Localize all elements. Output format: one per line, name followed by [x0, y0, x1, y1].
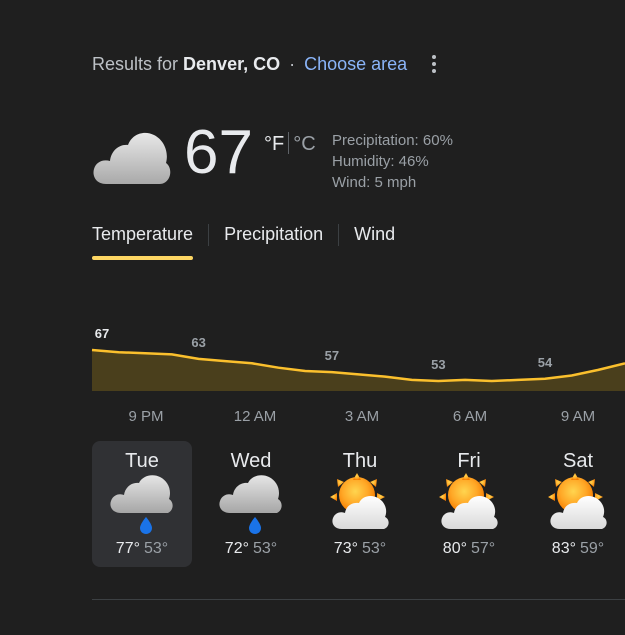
more-options-icon[interactable]	[424, 52, 444, 76]
day-tue[interactable]: Tue 77° 53°	[92, 441, 192, 567]
wind-text: Wind: 5 mph	[332, 174, 417, 191]
tab-temperature[interactable]: Temperature	[92, 224, 194, 260]
unit-toggle: °F °C	[264, 132, 316, 156]
chart-time-label: 9 PM	[128, 408, 163, 425]
fahrenheit-button[interactable]: °F	[264, 133, 284, 155]
day-sat[interactable]: Sat 83° 59°	[528, 441, 625, 567]
partly-cloudy-icon	[543, 473, 613, 535]
day-wed[interactable]: Wed 72° 53°	[201, 441, 301, 567]
day-high: 77°	[115, 540, 140, 557]
tab-wind[interactable]: Wind	[354, 224, 395, 260]
chart-time-labels: 9 PM 12 AM 3 AM 6 AM 9 AM	[128, 408, 595, 425]
bottom-divider	[92, 599, 625, 600]
chart-time-label: 3 AM	[345, 408, 379, 425]
choose-area-link[interactable]: Choose area	[304, 54, 407, 74]
day-name: Wed	[230, 450, 272, 472]
day-name: Sat	[562, 450, 594, 472]
current-temperature: 67	[184, 118, 253, 187]
conditions-details: Precipitation: 60% Humidity: 46% Wind: 5…	[332, 130, 453, 193]
day-high: 83°	[551, 540, 576, 557]
day-low: 53°	[144, 540, 169, 557]
day-low: 57°	[471, 540, 496, 557]
day-low: 59°	[580, 540, 605, 557]
cloud-rain-icon	[107, 473, 177, 535]
chart-value-label: 63	[191, 335, 205, 350]
day-high: 72°	[224, 540, 249, 557]
day-low: 53°	[253, 540, 278, 557]
chart-time-label: 6 AM	[453, 408, 487, 425]
day-low: 53°	[362, 540, 387, 557]
humidity-text: Humidity: 46%	[332, 153, 429, 170]
celsius-button[interactable]: °C	[293, 133, 315, 155]
temperature-chart: 67 63 57 53 54 9 PM 12 AM 3 AM 6 AM 9 AM	[91, 326, 625, 425]
day-name: Tue	[125, 450, 159, 472]
weather-card: Results for Denver, CO · Choose area 67 …	[0, 0, 625, 635]
day-name: Thu	[342, 450, 378, 472]
precipitation-text: Precipitation: 60%	[332, 132, 453, 149]
partly-cloudy-icon	[434, 473, 504, 535]
results-header: Results for Denver, CO · Choose area	[92, 54, 407, 75]
cloud-icon	[93, 132, 171, 184]
day-fri[interactable]: Fri 80° 57°	[419, 441, 519, 567]
results-prefix: Results for	[92, 54, 179, 74]
day-high: 73°	[333, 540, 358, 557]
chart-value-label: 57	[325, 348, 339, 363]
partly-cloudy-icon	[325, 473, 395, 535]
chart-value-label: 53	[431, 357, 445, 372]
chart-value-label: 54	[538, 355, 553, 370]
chart-value-label: 67	[95, 326, 109, 341]
forecast-tabs: Temperature Precipitation Wind	[92, 224, 395, 260]
day-high: 80°	[442, 540, 467, 557]
chart-time-label: 12 AM	[234, 408, 277, 425]
chart-time-label: 9 AM	[561, 408, 595, 425]
location-name: Denver, CO	[183, 54, 281, 74]
cloud-rain-icon	[216, 473, 286, 535]
separator-dot: ·	[289, 54, 296, 74]
day-thu[interactable]: Thu 73° 53°	[310, 441, 410, 567]
tab-precipitation[interactable]: Precipitation	[224, 224, 323, 260]
day-name: Fri	[457, 450, 481, 472]
